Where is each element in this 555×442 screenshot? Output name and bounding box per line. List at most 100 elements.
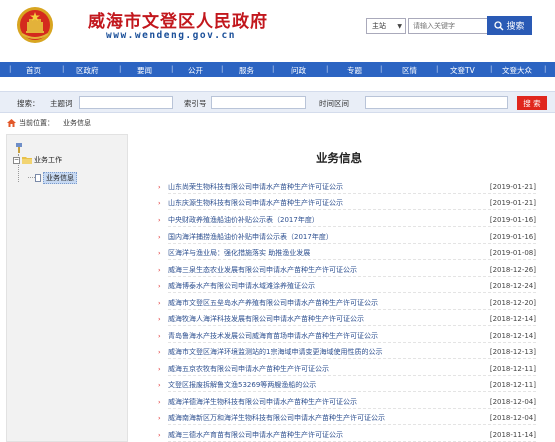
advanced-search-button[interactable]: 搜 索 <box>517 96 547 110</box>
list-item[interactable]: › 威海市文登区五垒岛水产养殖有限公司申请水产苗种生产许可证公示 [2018-1… <box>158 295 536 310</box>
bullet-arrow-icon: › <box>158 198 161 207</box>
list-divider <box>168 309 536 310</box>
list-item-title[interactable]: 文登区报废拆解鲁文渔53269等两艘渔船的公示 <box>168 380 486 390</box>
nav-item-home[interactable]: 首页 <box>26 65 41 76</box>
list-item-title[interactable]: 威海五京农牧有限公司申请水产苗种生产许可证公示 <box>168 364 486 374</box>
list-divider <box>168 342 536 343</box>
document-icon <box>35 174 41 182</box>
list-item-title[interactable]: 中央财政养殖渔船油价补贴公示表（2017年度） <box>168 215 486 225</box>
bullet-arrow-icon: › <box>158 397 161 406</box>
nav-separator: | <box>380 65 383 73</box>
nav-item-inquiry[interactable]: 问政 <box>291 65 306 76</box>
nav-separator: | <box>272 65 275 73</box>
list-item-date: [2018-12-26] <box>489 265 536 274</box>
nav-separator: | <box>119 65 122 73</box>
list-item[interactable]: › 区海洋与渔业局：强化措施落实 助推渔业发展 [2019-01-08] <box>158 245 536 260</box>
list-item[interactable]: › 威海牧海人海洋科技发展有限公司申请水产苗种生产许可证公示 [2018-12-… <box>158 311 536 326</box>
search-scope-select[interactable]: 主站 ▼ <box>366 18 406 34</box>
nav-separator: | <box>171 65 174 73</box>
nav-item-district-info[interactable]: 区情 <box>402 65 417 76</box>
list-divider <box>168 358 536 359</box>
list-item-title[interactable]: 区海洋与渔业局：强化措施落实 助推渔业发展 <box>168 248 486 258</box>
list-item-title[interactable]: 威海洋德海洋生物科技有限公司申请水产苗种生产许可证公示 <box>168 397 486 407</box>
list-item-date: [2018-11-14] <box>489 430 536 439</box>
bullet-arrow-icon: › <box>158 265 161 274</box>
list-item[interactable]: › 威海洋德海洋生物科技有限公司申请水产苗种生产许可证公示 [2018-12-0… <box>158 394 536 409</box>
list-item-title[interactable]: 威海市文登区五垒岛水产养殖有限公司申请水产苗种生产许可证公示 <box>168 298 486 308</box>
bullet-arrow-icon: › <box>158 281 161 290</box>
nav-separator: | <box>544 65 547 73</box>
bullet-arrow-icon: › <box>158 413 161 422</box>
list-divider <box>168 408 536 409</box>
site-title[interactable]: 威海市文登区人民政府 <box>88 7 268 32</box>
list-item[interactable]: › 国内海洋捕捞渔船油价补贴申请公示表（2017年度） [2019-01-16] <box>158 229 536 244</box>
list-item[interactable]: › 青岛鲁海水产技术发展公司威海育苗场申请水产苗种生产许可证公示 [2018-1… <box>158 328 536 343</box>
nav-separator: | <box>62 65 65 73</box>
search-button[interactable]: 搜索 <box>487 16 532 35</box>
time-range-input[interactable] <box>365 96 508 109</box>
nav-item-services[interactable]: 服务 <box>239 65 254 76</box>
list-item-title[interactable]: 威海南海新区万和海洋生物科技有限公司申请水产苗种生产许可证公示 <box>168 413 486 423</box>
list-item-title[interactable]: 威海三德水产育苗有限公司申请水产苗种生产许可证公示 <box>168 430 486 440</box>
nav-separator: | <box>490 65 493 73</box>
list-item-date: [2018-12-04] <box>489 397 536 406</box>
list-item-date: [2019-01-08] <box>489 248 536 257</box>
search-input[interactable] <box>408 18 488 34</box>
nav-item-wendeng-public[interactable]: 文登大众 <box>502 65 532 76</box>
list-divider <box>168 424 536 425</box>
sidebar-tree: − 业务工作 业务信息 <box>6 134 128 442</box>
list-item[interactable]: › 威海博泰水产有限公司申请水域滩涂养殖证公示 [2018-12-24] <box>158 278 536 293</box>
bullet-arrow-icon: › <box>158 364 161 373</box>
national-emblem-icon <box>17 7 53 43</box>
tree-node-business-info[interactable]: 业务信息 <box>35 172 77 184</box>
list-divider <box>168 243 536 244</box>
tree-root-icon <box>16 143 22 153</box>
list-item-title[interactable]: 威海三泉生态农业发展有限公司申请水产苗种生产许可证公示 <box>168 265 486 275</box>
main-nav: | 首页 | 区政府 | 要闻 | 公开 | 服务 | 问政 | 专题 | 区情… <box>0 62 555 77</box>
bullet-arrow-icon: › <box>158 331 161 340</box>
list-item[interactable]: › 威海五京农牧有限公司申请水产苗种生产许可证公示 [2018-12-11] <box>158 361 536 376</box>
index-input[interactable] <box>211 96 306 109</box>
list-item-title[interactable]: 国内海洋捕捞渔船油价补贴申请公示表（2017年度） <box>168 232 486 242</box>
list-item[interactable]: › 山东庆源生物科技有限公司申请水产苗种生产许可证公示 [2019-01-21] <box>158 195 536 210</box>
list-item[interactable]: › 威海市文登区海洋环境监测站的1宗海域申请变更海域使用性质的公示 [2018-… <box>158 344 536 359</box>
list-item[interactable]: › 威海三德水产育苗有限公司申请水产苗种生产许可证公示 [2018-11-14] <box>158 427 536 442</box>
nav-item-topics[interactable]: 专题 <box>347 65 362 76</box>
collapse-icon[interactable]: − <box>13 156 20 164</box>
nav-item-wendeng-tv[interactable]: 文登TV <box>450 65 475 76</box>
search-scope-value: 主站 <box>372 22 386 30</box>
breadcrumb-current[interactable]: 业务信息 <box>63 118 91 128</box>
theme-input[interactable] <box>79 96 173 109</box>
advanced-search-bar: 搜索： 主题词 索引号 时间区间 搜 索 <box>0 91 555 113</box>
list-item-date: [2018-12-14] <box>489 314 536 323</box>
list-item[interactable]: › 威海三泉生态农业发展有限公司申请水产苗种生产许可证公示 [2018-12-2… <box>158 262 536 277</box>
index-label: 索引号 <box>184 99 207 108</box>
tree-node-label: 业务工作 <box>34 156 62 164</box>
nav-item-public[interactable]: 公开 <box>188 65 203 76</box>
list-item[interactable]: › 山东尚荣生物科技有限公司申请水产苗种生产许可证公示 [2019-01-21] <box>158 179 536 194</box>
list-item-date: [2018-12-20] <box>489 298 536 307</box>
bullet-arrow-icon: › <box>158 430 161 439</box>
list-item-title[interactable]: 威海博泰水产有限公司申请水域滩涂养殖证公示 <box>168 281 486 291</box>
tree-node-business-work[interactable]: − 业务工作 <box>13 155 62 165</box>
list-item[interactable]: › 威海南海新区万和海洋生物科技有限公司申请水产苗种生产许可证公示 [2018-… <box>158 410 536 425</box>
list-divider <box>168 325 536 326</box>
nav-separator: | <box>326 65 329 73</box>
bullet-arrow-icon: › <box>158 347 161 356</box>
list-item[interactable]: › 文登区报废拆解鲁文渔53269等两艘渔船的公示 [2018-12-11] <box>158 377 536 392</box>
nav-item-government[interactable]: 区政府 <box>76 65 99 76</box>
list-item[interactable]: › 中央财政养殖渔船油价补贴公示表（2017年度） [2019-01-16] <box>158 212 536 227</box>
list-item-title[interactable]: 山东庆源生物科技有限公司申请水产苗种生产许可证公示 <box>168 198 486 208</box>
list-item-title[interactable]: 威海牧海人海洋科技发展有限公司申请水产苗种生产许可证公示 <box>168 314 486 324</box>
list-divider <box>168 209 536 210</box>
page-title: 业务信息 <box>316 151 362 165</box>
site-url: www.wendeng.gov.cn <box>106 30 236 41</box>
list-item-title[interactable]: 青岛鲁海水产技术发展公司威海育苗场申请水产苗种生产许可证公示 <box>168 331 486 341</box>
chevron-down-icon: ▼ <box>397 22 402 30</box>
home-icon <box>7 119 16 127</box>
nav-item-news[interactable]: 要闻 <box>137 65 152 76</box>
list-item-title[interactable]: 山东尚荣生物科技有限公司申请水产苗种生产许可证公示 <box>168 182 486 192</box>
bullet-arrow-icon: › <box>158 232 161 241</box>
list-item-title[interactable]: 威海市文登区海洋环境监测站的1宗海域申请变更海域使用性质的公示 <box>168 347 486 357</box>
tree-node-label: 业务信息 <box>43 172 77 184</box>
